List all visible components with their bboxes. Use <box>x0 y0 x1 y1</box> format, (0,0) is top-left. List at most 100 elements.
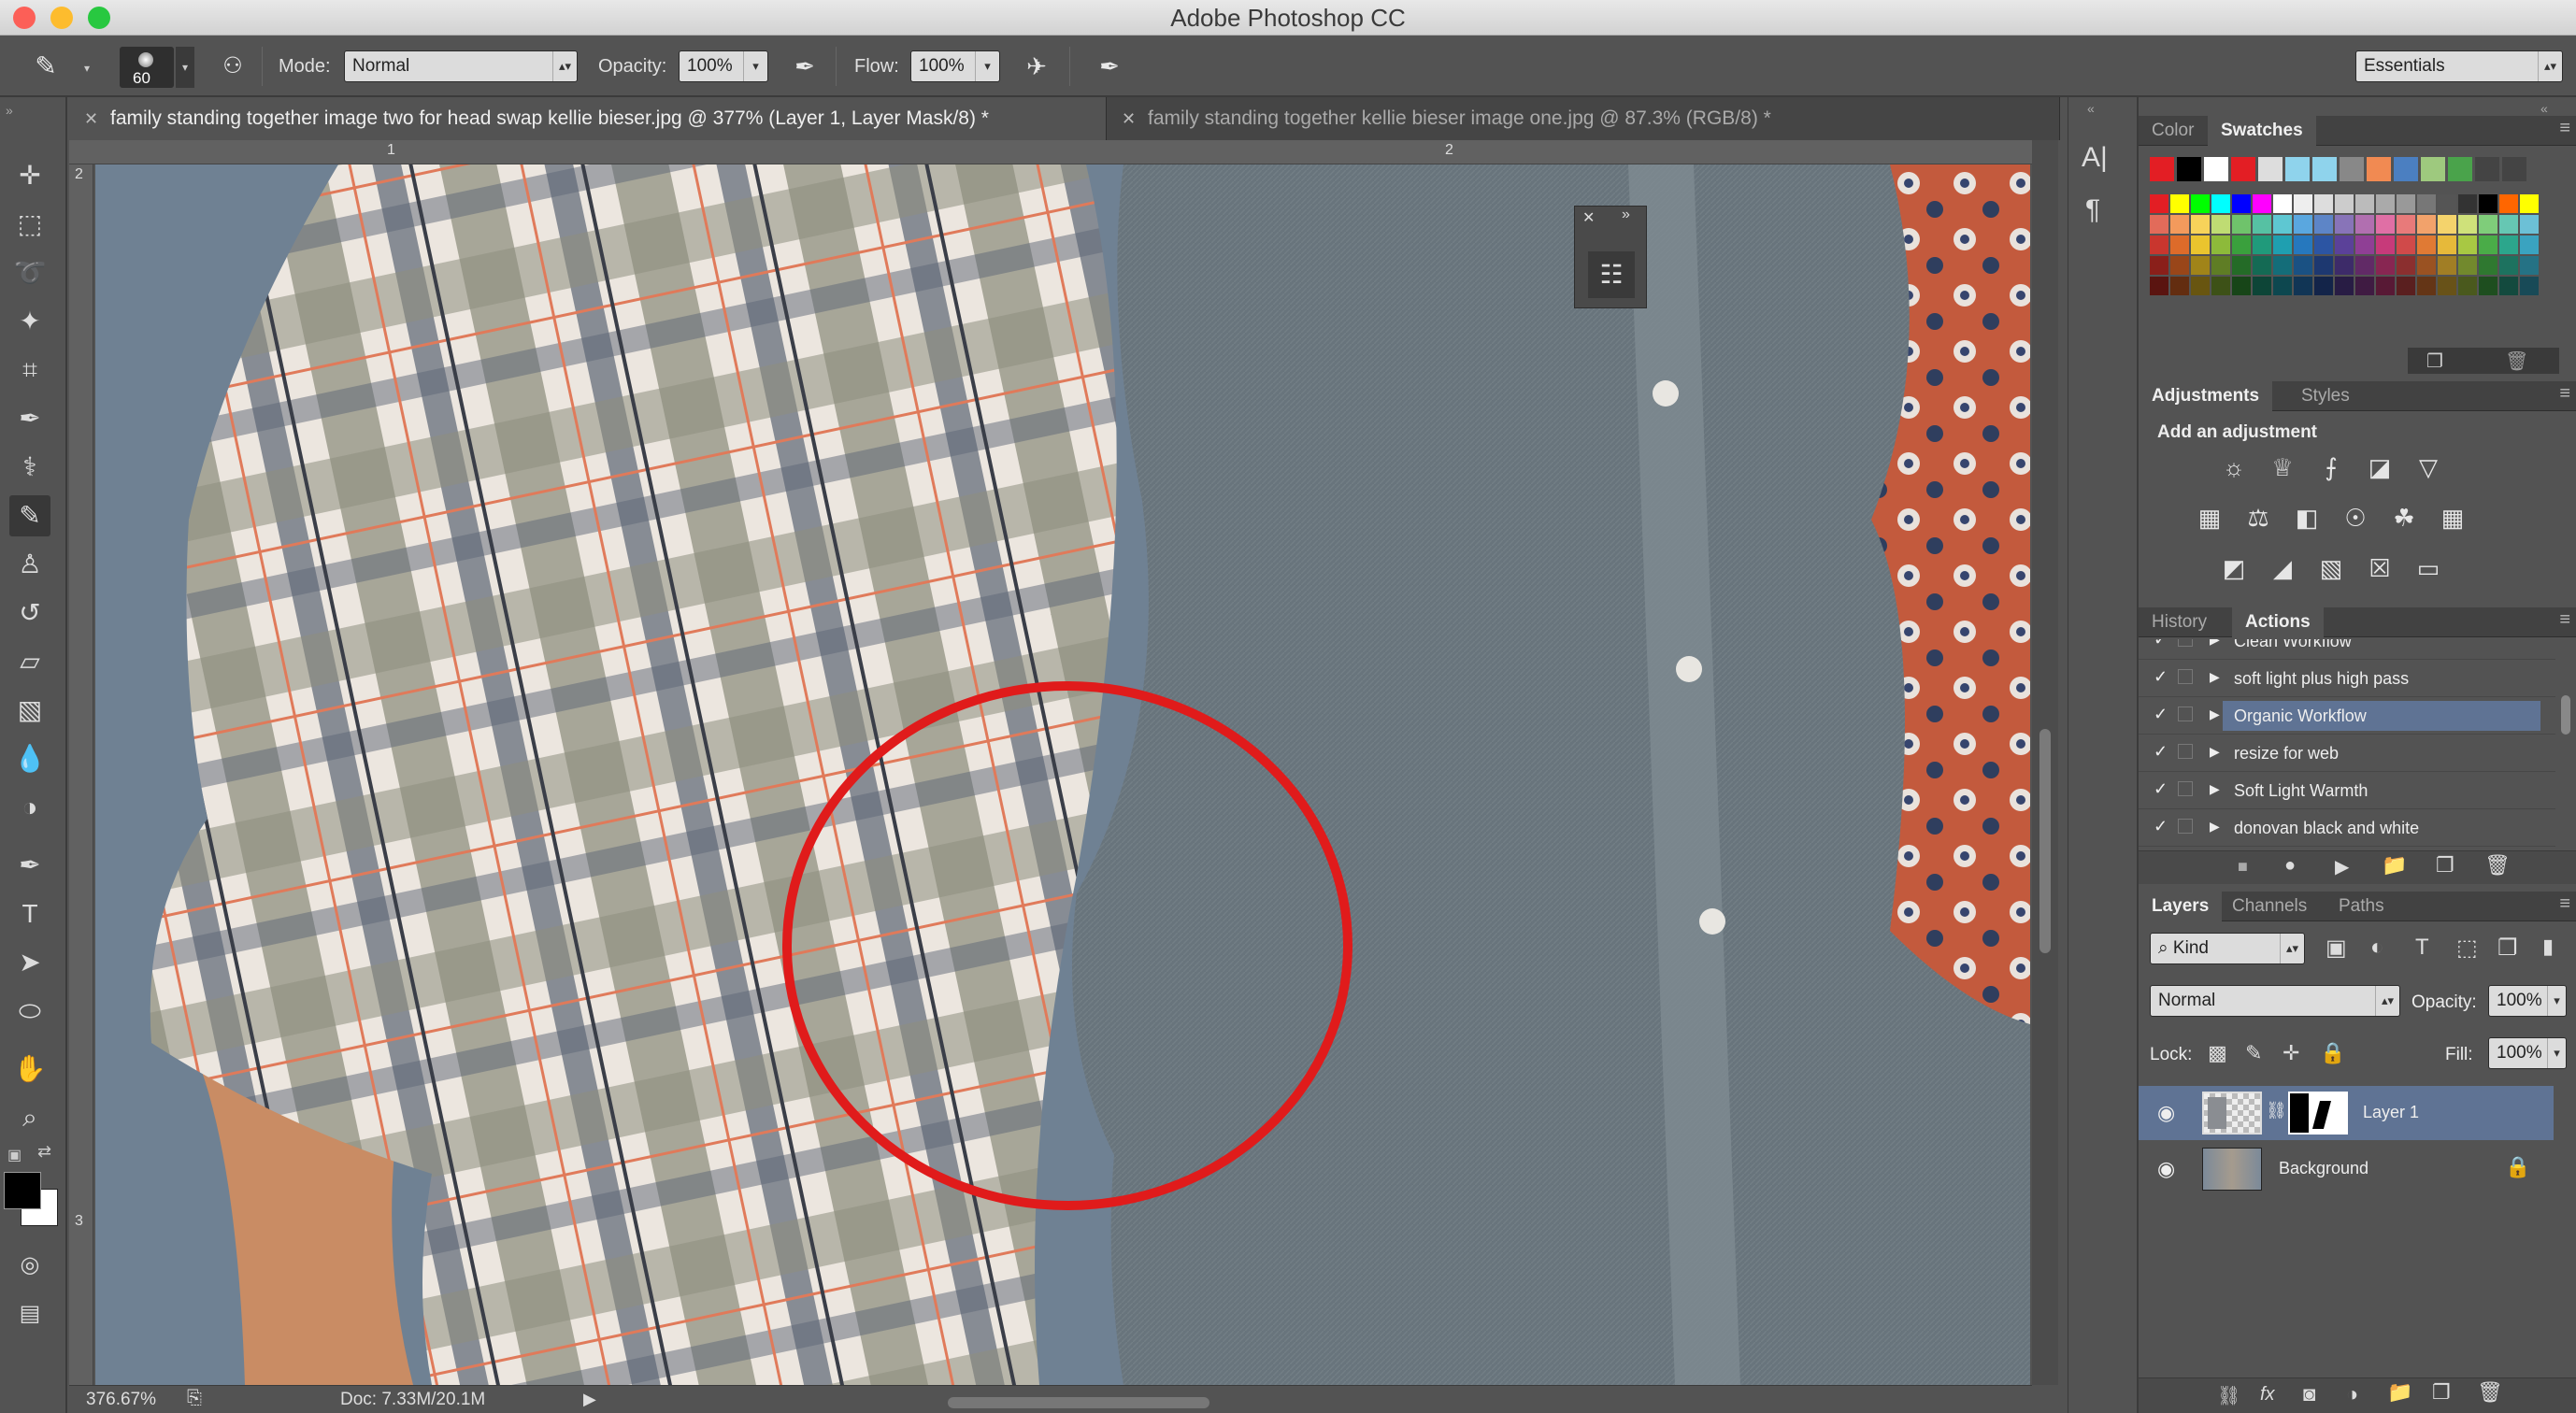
swatch[interactable] <box>2397 277 2415 295</box>
swatch[interactable] <box>2479 256 2497 275</box>
swatch[interactable] <box>2335 194 2354 213</box>
tab-actions[interactable]: Actions <box>2232 607 2324 637</box>
swatch[interactable] <box>2458 256 2477 275</box>
folder-icon[interactable]: 📁 <box>2382 853 2407 878</box>
type-filter-icon[interactable]: T <box>2415 935 2429 961</box>
clone-stamp-tool-icon[interactable]: ♙ <box>9 544 50 585</box>
swatch[interactable] <box>2335 236 2354 254</box>
check-icon[interactable]: ✓ <box>2154 742 2168 762</box>
swatches-grid[interactable] <box>2150 157 2557 295</box>
properties-icon[interactable]: ☷ <box>1588 251 1635 298</box>
eye-icon[interactable]: ◉ <box>2157 1101 2175 1125</box>
swatch[interactable] <box>2438 256 2456 275</box>
exposure-icon[interactable]: ◪ <box>2361 449 2398 486</box>
collapse-arrows-icon[interactable]: « <box>2540 101 2548 116</box>
swatch[interactable] <box>2355 194 2374 213</box>
swatch[interactable] <box>2502 157 2526 181</box>
hand-tool-icon[interactable]: ✋ <box>9 1049 50 1090</box>
swatch[interactable] <box>2520 256 2539 275</box>
swatch[interactable] <box>2232 256 2251 275</box>
swatch[interactable] <box>2376 256 2395 275</box>
quick-mask-icon[interactable]: ◎ <box>9 1245 50 1286</box>
threshold-icon[interactable]: ▧ <box>2312 550 2350 587</box>
dialog-toggle[interactable] <box>2178 744 2193 759</box>
pressure-size-icon[interactable]: ✒ <box>1092 49 1127 84</box>
dialog-toggle[interactable] <box>2178 639 2193 647</box>
eyedropper-tool-icon[interactable]: ✒ <box>9 398 50 439</box>
swatch[interactable] <box>2479 194 2497 213</box>
swatch[interactable] <box>2314 194 2333 213</box>
zoom-level[interactable]: 376.67% <box>86 1390 156 1410</box>
tab-document-two[interactable]: ✕ family standing together kellie bieser… <box>1107 97 2060 140</box>
airbrush-icon[interactable]: ✈ <box>1019 49 1054 84</box>
swatch[interactable] <box>2150 157 2174 181</box>
swatch[interactable] <box>2170 215 2189 234</box>
tab-document-one[interactable]: ✕ family standing together image two for… <box>69 97 1107 140</box>
layer-mask-thumbnail[interactable] <box>2288 1092 2348 1135</box>
collapse-arrows-icon[interactable]: « <box>2087 101 2095 116</box>
close-icon[interactable]: ✕ <box>84 97 98 140</box>
new-action-icon[interactable]: ❐ <box>2436 853 2454 878</box>
swatch[interactable] <box>2335 256 2354 275</box>
swatch[interactable] <box>2355 256 2374 275</box>
swatch[interactable] <box>2204 157 2228 181</box>
stop-icon[interactable]: ■ <box>2238 857 2248 877</box>
swatch[interactable] <box>2314 277 2333 295</box>
smart-object-filter-icon[interactable]: ❐ <box>2497 935 2518 962</box>
swatch[interactable] <box>2314 256 2333 275</box>
swatch[interactable] <box>2273 236 2292 254</box>
swatch[interactable] <box>2170 194 2189 213</box>
swatch[interactable] <box>2335 215 2354 234</box>
swatch[interactable] <box>2253 215 2271 234</box>
swatch[interactable] <box>2438 277 2456 295</box>
tab-swatches[interactable]: Swatches <box>2208 116 2316 146</box>
eraser-tool-icon[interactable]: ▱ <box>9 641 50 682</box>
play-icon[interactable]: ▶ <box>583 1390 596 1409</box>
quick-selection-tool-icon[interactable]: ✦ <box>9 301 50 342</box>
lock-pixels-icon[interactable]: ✎ <box>2245 1041 2262 1065</box>
blend-mode-select[interactable]: Normal ▴▾ <box>2150 985 2400 1017</box>
swatch[interactable] <box>2314 215 2333 234</box>
swatch[interactable] <box>2479 215 2497 234</box>
trash-icon[interactable]: 🗑 <box>2477 1380 2503 1405</box>
collapse-arrows-icon[interactable]: » <box>1622 207 1630 223</box>
check-icon[interactable]: ✓ <box>2154 705 2168 724</box>
black-white-icon[interactable]: ◧ <box>2288 499 2326 536</box>
swatch[interactable] <box>2150 277 2168 295</box>
swatch[interactable] <box>2475 157 2499 181</box>
link-layers-icon[interactable]: ⛓ <box>2217 1384 2240 1407</box>
swatch[interactable] <box>2520 194 2539 213</box>
path-selection-tool-icon[interactable]: ➤ <box>9 942 50 983</box>
expand-icon[interactable]: ▶ <box>2210 706 2220 722</box>
actions-scroll-thumb[interactable] <box>2561 695 2570 735</box>
swatch[interactable] <box>2417 215 2436 234</box>
panel-menu-icon[interactable]: ≡ <box>2559 893 2570 915</box>
swatch[interactable] <box>2520 215 2539 234</box>
swatch[interactable] <box>2191 256 2210 275</box>
swatch[interactable] <box>2170 277 2189 295</box>
pen-tool-icon[interactable]: ✒ <box>9 845 50 886</box>
layer-row-layer-1[interactable]: ◉ ⛓ Layer 1 <box>2139 1086 2554 1140</box>
swatch[interactable] <box>2232 194 2251 213</box>
swatch[interactable] <box>2191 215 2210 234</box>
tab-history[interactable]: History <box>2139 607 2220 637</box>
panel-menu-icon[interactable]: ≡ <box>2559 383 2570 405</box>
move-tool-icon[interactable]: ✛ <box>9 155 50 196</box>
swatch[interactable] <box>2232 236 2251 254</box>
lock-transparent-icon[interactable]: ▩ <box>2208 1041 2227 1065</box>
action-row[interactable]: ✓ ▶ Clean Workflow <box>2139 639 2555 660</box>
swatch[interactable] <box>2232 277 2251 295</box>
fill-field[interactable]: 100% ▾ <box>2488 1037 2567 1069</box>
new-layer-icon[interactable]: ❐ <box>2432 1380 2451 1405</box>
swatch[interactable] <box>2312 157 2337 181</box>
swatch[interactable] <box>2376 236 2395 254</box>
shape-tool-icon[interactable]: ⬭ <box>9 991 50 1032</box>
new-swatch-icon[interactable]: ❐ <box>2426 350 2443 373</box>
swap-colors-icon[interactable]: ⇄ <box>37 1142 51 1162</box>
swatch[interactable] <box>2335 277 2354 295</box>
expand-icon[interactable]: ▶ <box>2210 819 2220 835</box>
expand-icon[interactable]: ▶ <box>2210 744 2220 760</box>
swatch[interactable] <box>2417 236 2436 254</box>
swatch[interactable] <box>2191 194 2210 213</box>
swatch[interactable] <box>2170 256 2189 275</box>
